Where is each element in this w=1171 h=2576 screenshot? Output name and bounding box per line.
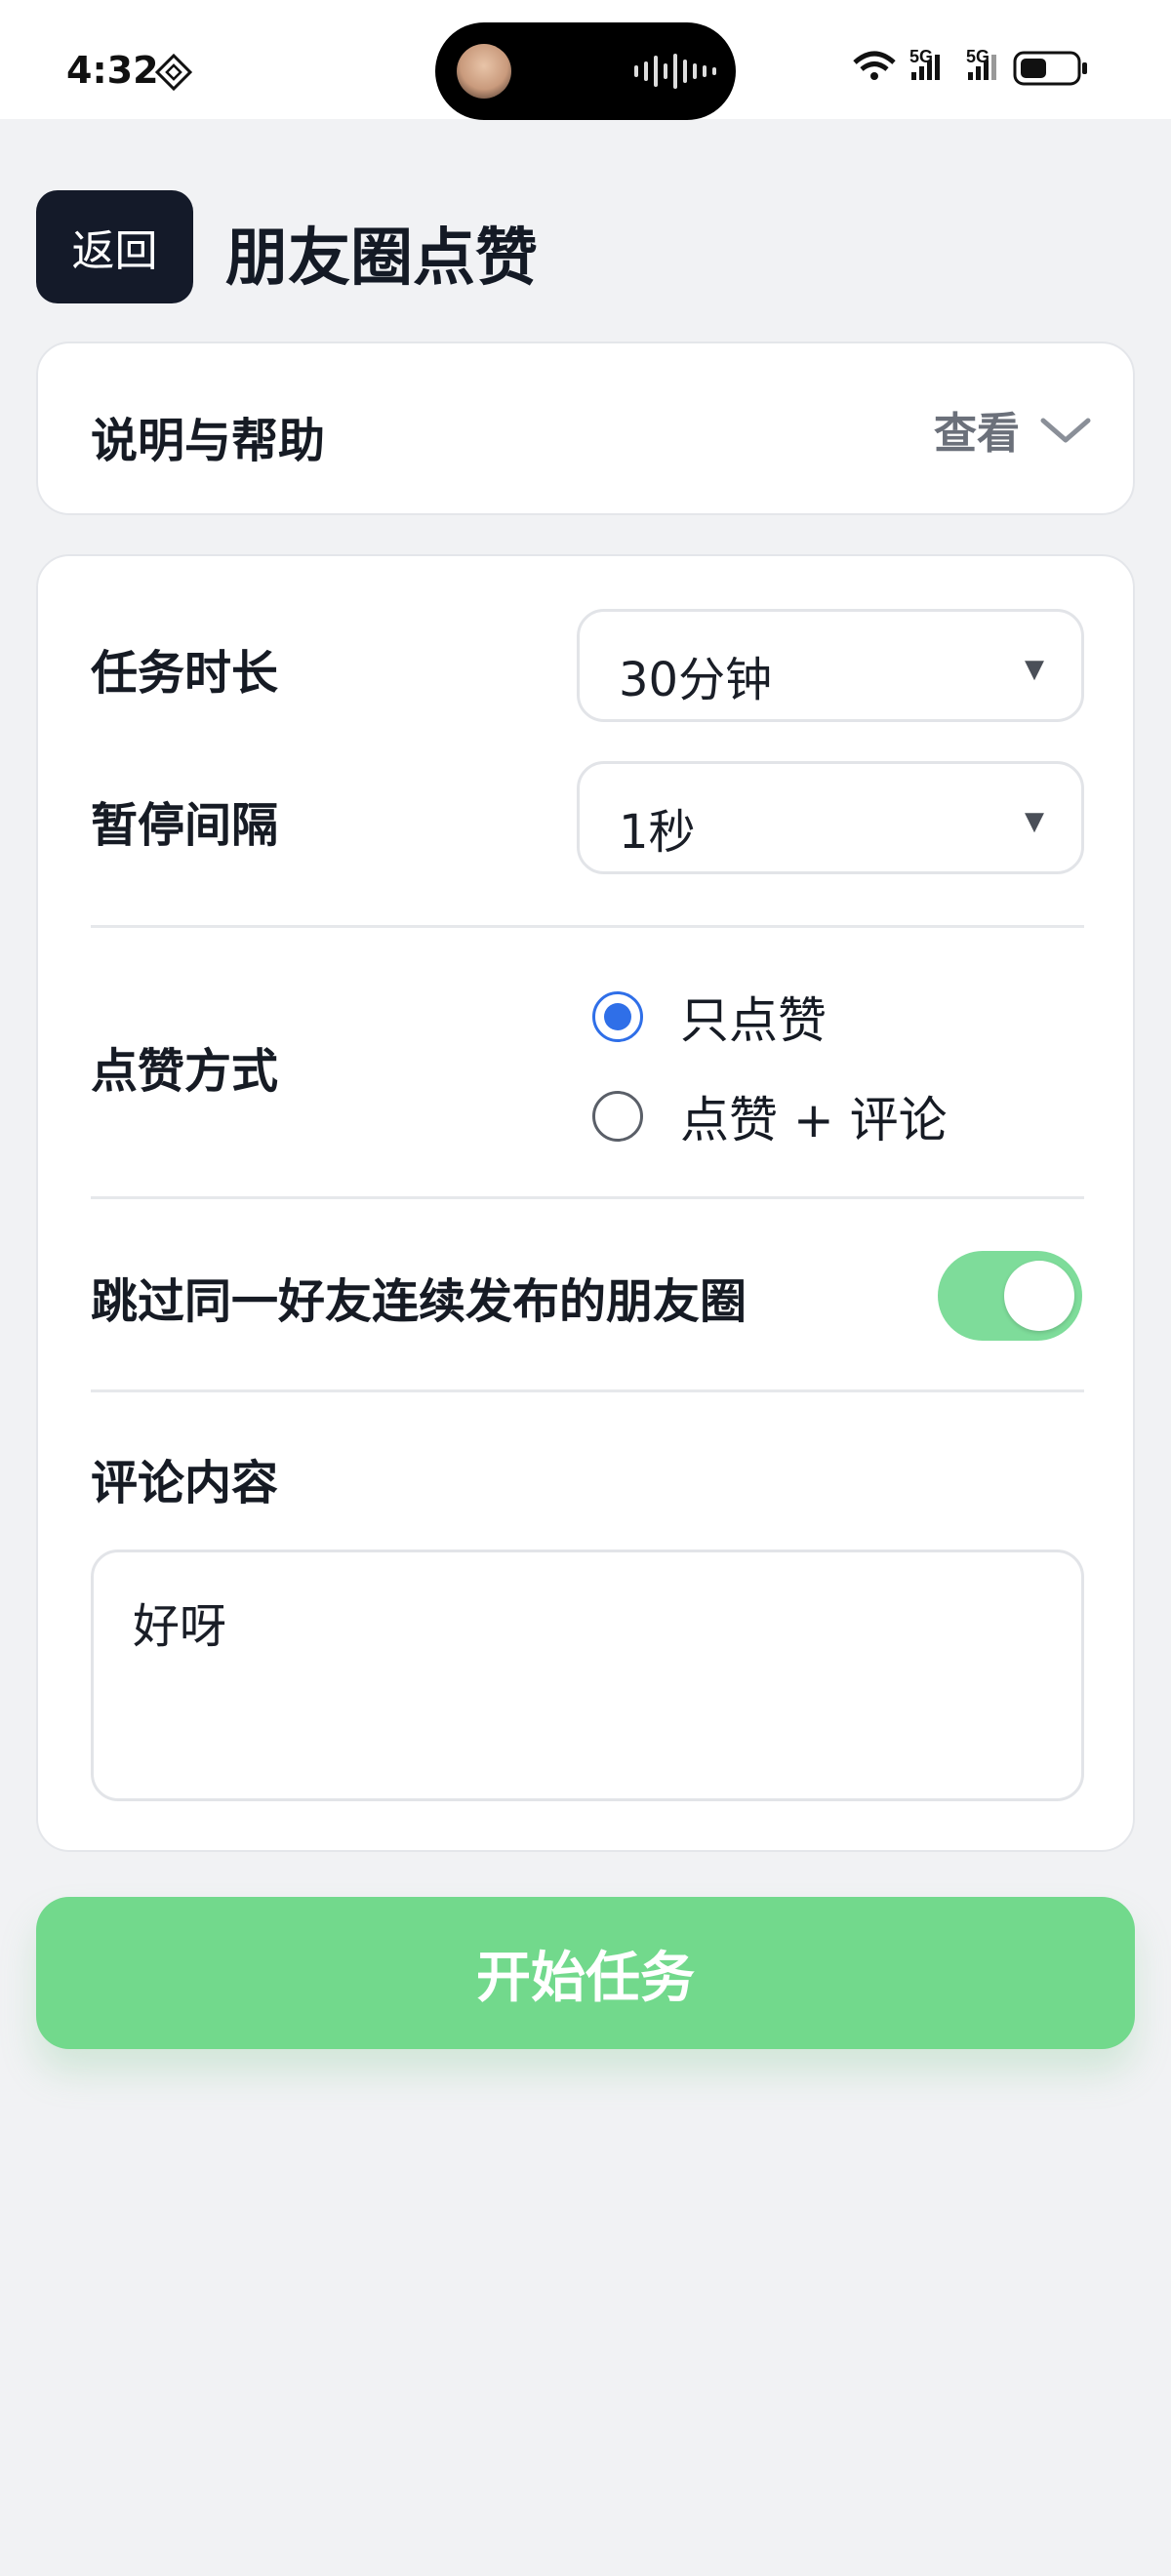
duration-label: 任务时长 <box>91 646 279 701</box>
status-icons: 5G 5G <box>849 43 1112 92</box>
dynamic-island <box>435 22 736 120</box>
start-task-button[interactable]: 开始任务 <box>36 1897 1135 2049</box>
interval-select[interactable]: 1秒 ▼ <box>577 761 1084 874</box>
skip-consecutive-toggle[interactable] <box>938 1251 1082 1341</box>
comment-label: 评论内容 <box>91 1456 279 1510</box>
help-view-label: 查看 <box>934 409 1020 459</box>
comment-text: 好呀 <box>133 1599 227 1654</box>
help-card[interactable]: 说明与帮助 查看 <box>36 342 1135 515</box>
radio-button-checked[interactable] <box>592 991 643 1042</box>
back-button[interactable]: 返回 <box>36 190 193 303</box>
radio-like-only-label: 只点赞 <box>680 992 827 1049</box>
help-view-toggle[interactable]: 查看 <box>934 398 1092 461</box>
radio-like-only[interactable]: 只点赞 <box>592 987 827 1049</box>
radio-like-and-comment[interactable]: 点赞 + 评论 <box>592 1087 948 1148</box>
toggle-knob <box>1004 1261 1074 1331</box>
duration-value: 30分钟 <box>619 653 773 707</box>
radio-like-comment-label: 点赞 + 评论 <box>680 1092 948 1148</box>
like-mode-label: 点赞方式 <box>91 1044 279 1099</box>
battery-icon <box>1013 51 1087 86</box>
duration-select[interactable]: 30分钟 ▼ <box>577 609 1084 722</box>
chevron-down-icon <box>1040 418 1091 443</box>
avatar <box>457 44 511 99</box>
status-time: 4:32 <box>66 49 159 92</box>
settings-card: 任务时长 30分钟 ▼ 暂停间隔 1秒 ▼ 点赞方式 只点赞 点赞 + 评论 跳… <box>36 554 1135 1852</box>
divider <box>91 1389 1084 1392</box>
wifi-icon <box>853 51 896 80</box>
diamond-icon <box>154 53 193 92</box>
divider <box>91 925 1084 928</box>
top-bar: 返回 朋友圈点赞 <box>36 190 1139 303</box>
interval-value: 1秒 <box>619 805 696 860</box>
status-bar: 4:32 5G 5G <box>0 0 1171 120</box>
interval-label: 暂停间隔 <box>91 798 279 853</box>
help-title: 说明与帮助 <box>91 414 326 468</box>
page-title: 朋友圈点赞 <box>225 222 538 295</box>
comment-textarea[interactable]: 好呀 <box>91 1550 1084 1801</box>
dropdown-arrow-icon: ▼ <box>1025 807 1044 836</box>
dropdown-arrow-icon: ▼ <box>1025 655 1044 684</box>
divider <box>91 1196 1084 1199</box>
audio-wave-icon <box>634 54 716 89</box>
radio-button-unchecked[interactable] <box>592 1091 643 1142</box>
skip-consecutive-label: 跳过同一好友连续发布的朋友圈 <box>91 1274 747 1329</box>
